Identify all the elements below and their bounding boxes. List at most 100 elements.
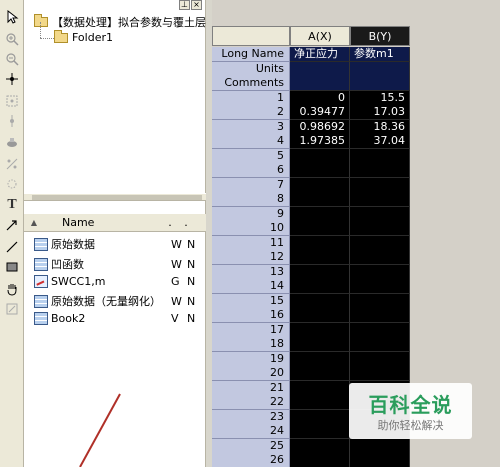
cell-a[interactable] — [290, 410, 350, 425]
pan-hand-icon[interactable] — [3, 280, 21, 298]
list-item[interactable]: 原始数据 W N — [34, 236, 204, 252]
header-cell-a[interactable]: 净正应力 — [290, 47, 350, 62]
header-cell-a[interactable] — [290, 62, 350, 77]
screen-reader-icon[interactable] — [3, 92, 21, 110]
cell-b[interactable] — [350, 178, 410, 193]
root-folder[interactable]: 【数据处理】拟合参数与覆土层 — [34, 14, 206, 30]
view-column-header[interactable]: . — [178, 216, 194, 229]
row-number[interactable]: 21 — [212, 381, 290, 396]
row-number[interactable]: 23 — [212, 410, 290, 425]
cell-b[interactable] — [350, 337, 410, 352]
row-number[interactable]: 2 — [212, 105, 290, 120]
row-number[interactable]: 18 — [212, 337, 290, 352]
mask-icon[interactable] — [3, 134, 21, 152]
cell-a[interactable] — [290, 453, 350, 467]
cell-b[interactable] — [350, 236, 410, 251]
row-number[interactable]: 19 — [212, 352, 290, 367]
cell-a[interactable] — [290, 265, 350, 280]
cell-a[interactable] — [290, 439, 350, 454]
select-all-corner[interactable] — [212, 26, 290, 46]
cell-b[interactable] — [350, 192, 410, 207]
cell-a[interactable] — [290, 163, 350, 178]
row-number[interactable]: 1 — [212, 91, 290, 106]
button-icon[interactable] — [3, 300, 21, 318]
cell-a[interactable]: 0.39477 — [290, 105, 350, 120]
cell-a[interactable] — [290, 352, 350, 367]
cell-b[interactable] — [350, 163, 410, 178]
cell-a[interactable] — [290, 149, 350, 164]
cell-a[interactable] — [290, 192, 350, 207]
cell-b[interactable] — [350, 453, 410, 467]
cell-a[interactable]: 1.97385 — [290, 134, 350, 149]
cell-b[interactable]: 18.36 — [350, 120, 410, 135]
row-number[interactable]: 10 — [212, 221, 290, 236]
list-item[interactable]: 原始数据（无量纲化） W N — [34, 293, 204, 309]
header-cell-b[interactable] — [350, 76, 410, 91]
cell-a[interactable] — [290, 207, 350, 222]
data-selector-icon[interactable] — [3, 112, 21, 130]
row-number[interactable]: 12 — [212, 250, 290, 265]
row-number[interactable]: 13 — [212, 265, 290, 280]
cell-b[interactable] — [350, 149, 410, 164]
cell-a[interactable] — [290, 178, 350, 193]
row-number[interactable]: 16 — [212, 308, 290, 323]
cell-a[interactable] — [290, 236, 350, 251]
sort-arrow-icon[interactable]: ▲ — [24, 218, 44, 227]
row-number[interactable]: 3 — [212, 120, 290, 135]
row-number[interactable]: 24 — [212, 424, 290, 439]
cell-b[interactable] — [350, 294, 410, 309]
pointer-icon[interactable] — [3, 8, 21, 26]
column-header-b[interactable]: B(Y) — [350, 26, 410, 46]
cell-b[interactable] — [350, 207, 410, 222]
row-number[interactable]: 20 — [212, 366, 290, 381]
column-header-a[interactable]: A(X) — [290, 26, 350, 46]
zoom-out-icon[interactable] — [3, 50, 21, 68]
cell-b[interactable] — [350, 352, 410, 367]
cell-a[interactable] — [290, 279, 350, 294]
cell-a[interactable] — [290, 395, 350, 410]
line-icon[interactable] — [3, 238, 21, 256]
list-item[interactable]: 凹函数 W N — [34, 256, 204, 272]
zoom-in-icon[interactable] — [3, 30, 21, 48]
cell-b[interactable] — [350, 279, 410, 294]
cell-a[interactable] — [290, 337, 350, 352]
cell-b[interactable] — [350, 308, 410, 323]
header-cell-b[interactable]: 参数m1 — [350, 47, 410, 62]
cell-b[interactable] — [350, 439, 410, 454]
scale-icon[interactable] — [3, 155, 21, 173]
cell-a[interactable] — [290, 221, 350, 236]
cell-a[interactable] — [290, 323, 350, 338]
cell-b[interactable] — [350, 265, 410, 280]
cell-a[interactable] — [290, 250, 350, 265]
row-number[interactable]: 9 — [212, 207, 290, 222]
cell-a[interactable] — [290, 381, 350, 396]
list-item[interactable]: SWCC1,m G N — [34, 275, 204, 288]
cell-a[interactable] — [290, 366, 350, 381]
pin-button[interactable]: ⊥ — [179, 0, 190, 10]
cell-b[interactable] — [350, 221, 410, 236]
row-number[interactable]: 14 — [212, 279, 290, 294]
row-number[interactable]: 11 — [212, 236, 290, 251]
cell-b[interactable] — [350, 250, 410, 265]
row-number[interactable]: 5 — [212, 149, 290, 164]
cell-b[interactable]: 17.03 — [350, 105, 410, 120]
header-cell-a[interactable] — [290, 76, 350, 91]
cell-b[interactable]: 15.5 — [350, 91, 410, 106]
cell-b[interactable] — [350, 366, 410, 381]
text-icon[interactable]: T — [3, 196, 21, 214]
cell-a[interactable] — [290, 308, 350, 323]
rectangle-icon[interactable] — [3, 258, 21, 276]
type-column-header[interactable]: . — [162, 216, 178, 229]
name-column-header[interactable]: Name — [44, 216, 162, 229]
cell-b[interactable] — [350, 323, 410, 338]
row-number[interactable]: 26 — [212, 453, 290, 467]
header-cell-b[interactable] — [350, 62, 410, 77]
row-number[interactable]: 25 — [212, 439, 290, 454]
data-reader-icon[interactable] — [3, 70, 21, 88]
cell-a[interactable] — [290, 294, 350, 309]
cell-a[interactable] — [290, 424, 350, 439]
row-number[interactable]: 22 — [212, 395, 290, 410]
row-number[interactable]: 4 — [212, 134, 290, 149]
row-number[interactable]: 15 — [212, 294, 290, 309]
cell-a[interactable]: 0 — [290, 91, 350, 106]
